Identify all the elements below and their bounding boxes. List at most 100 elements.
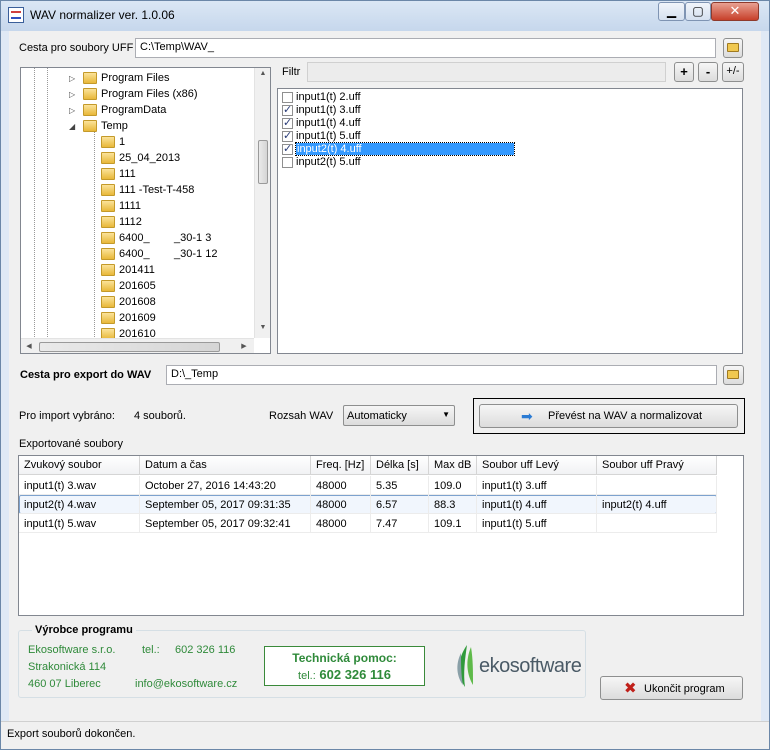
table-cell[interactable]: October 27, 2016 14:43:20 [140,476,311,495]
browse-source-button[interactable] [723,38,743,58]
collapsed-arrow-icon[interactable]: ▷ [69,106,75,115]
filter-input[interactable] [307,62,666,82]
tree-item[interactable]: 111 [21,167,251,183]
folder-icon [101,200,115,212]
table-cell[interactable]: 6.57 [371,495,429,514]
exit-button[interactable]: ✖ Ukončit program [600,676,743,700]
scroll-down-icon[interactable]: ▼ [255,324,270,331]
maximize-icon: ▢ [692,4,704,18]
column-header[interactable]: Soubor uff Levý [477,456,597,475]
source-path-input[interactable]: C:\Temp\WAV_ [135,38,716,58]
tree-item[interactable]: 1112 [21,215,251,231]
table-cell[interactable]: 88.3 [429,495,477,514]
collapsed-arrow-icon[interactable]: ▷ [69,90,75,99]
table-cell[interactable]: 109.0 [429,476,477,495]
tree-item[interactable]: 201608 [21,295,251,311]
table-cell[interactable]: input1(t) 3.wav [19,476,140,495]
table-cell[interactable]: 48000 [311,495,371,514]
arrow-right-icon: ➡ [521,408,533,424]
tree-item[interactable]: 201609 [21,311,251,327]
tree-item-label: 201411 [119,264,155,276]
tree-item[interactable]: 201411 [21,263,251,279]
tree-item[interactable]: 201605 [21,279,251,295]
tree-item[interactable]: 6400_ _30-1 12 [21,247,251,263]
title-bar[interactable]: WAV normalizer ver. 1.0.06 ▁ ▢ ✕ [1,1,769,31]
tree-horizontal-scrollbar[interactable]: ◀ ▶ [21,338,254,353]
source-path-label: Cesta pro soubory UFF [19,42,134,54]
table-cell[interactable]: 109.1 [429,514,477,533]
range-select[interactable]: Automaticky ▼ [343,405,455,426]
status-bar: Export souborů dokončen. [1,721,769,749]
tree-item[interactable]: ▷ Program Files (x86) [21,87,251,103]
scroll-right-icon[interactable]: ▶ [239,342,249,350]
file-checkbox[interactable] [282,92,293,103]
table-cell[interactable]: 48000 [311,514,371,533]
column-header[interactable]: Soubor uff Pravý [597,456,717,475]
convert-button-label: Převést na WAV a normalizovat [548,410,703,422]
table-cell[interactable] [597,514,717,533]
column-header[interactable]: Délka [s] [371,456,429,475]
folder-tree[interactable]: ▷ Program Files ▷ Program Files (x86) ▷ Progr… [20,67,271,354]
tree-item[interactable]: 111 -Test-T-458 [21,183,251,199]
scroll-thumb[interactable] [39,342,220,352]
file-checkbox[interactable] [282,116,293,129]
client-area: Cesta pro soubory UFF C:\Temp\WAV_ ▷ Prog… [9,31,761,741]
import-selected-label: Pro import vybráno: [19,410,115,422]
file-name: input1(t) 5.uff [296,130,361,142]
convert-button-frame: ➡ Převést na WAV a normalizovat [473,398,745,434]
export-path-input[interactable]: D:\_Temp [166,365,717,385]
vendor-email[interactable]: info@ekosoftware.cz [135,678,237,690]
chevron-down-icon: ▼ [442,410,450,419]
table-cell[interactable] [597,476,717,495]
table-cell[interactable]: input1(t) 4.uff [477,495,597,514]
scroll-left-icon[interactable]: ◀ [24,342,34,350]
file-checkbox[interactable] [282,157,293,168]
vendor-heading: Výrobce programu [32,624,136,636]
add-filter-button[interactable]: + [674,62,694,82]
column-header[interactable]: Max dB [429,456,477,475]
tree-item-label: Program Files [101,72,170,84]
tree-item[interactable]: 1 [21,135,251,151]
table-cell[interactable]: input1(t) 5.uff [477,514,597,533]
tree-item[interactable]: ▷ ProgramData [21,103,251,119]
tree-item[interactable]: 6400_ _30-1 3 [21,231,251,247]
column-header[interactable]: Freq. [Hz] [311,456,371,475]
tree-item[interactable]: 25_04_2013 [21,151,251,167]
remove-filter-button[interactable]: - [698,62,718,82]
table-cell[interactable]: 5.35 [371,476,429,495]
tree-item[interactable]: ◢ Temp [21,119,251,135]
table-cell[interactable]: input1(t) 3.uff [477,476,597,495]
uff-file-list[interactable]: input1(t) 2.uffinput1(t) 3.uffinput1(t) … [277,88,743,354]
ekosoftware-logo: ekosoftware [453,641,583,691]
table-cell[interactable]: September 05, 2017 09:31:35 [140,495,311,514]
column-header[interactable]: Zvukový soubor [19,456,140,475]
folder-icon [101,152,115,164]
tree-item[interactable]: ▷ Program Files [21,71,251,87]
table-cell[interactable]: input1(t) 5.wav [19,514,140,533]
folder-icon [101,168,115,180]
file-checkbox[interactable] [282,129,293,142]
collapsed-arrow-icon[interactable]: ▷ [69,74,75,83]
tree-vertical-scrollbar[interactable]: ▲ ▼ [254,68,270,338]
close-button[interactable]: ✕ [711,2,759,21]
toggle-filter-button[interactable]: +/- [722,62,744,82]
table-cell[interactable]: input2(t) 4.uff [597,495,717,514]
folder-open-icon [727,43,739,52]
column-header[interactable]: Datum a čas [140,456,311,475]
file-checkbox[interactable] [282,103,293,116]
table-cell[interactable]: 48000 [311,476,371,495]
scroll-up-icon[interactable]: ▲ [255,70,270,77]
table-cell[interactable]: input2(t) 4.wav [19,495,140,514]
app-window: WAV normalizer ver. 1.0.06 ▁ ▢ ✕ Cesta p… [0,0,770,750]
table-cell[interactable]: 7.47 [371,514,429,533]
convert-button[interactable]: ➡ Převést na WAV a normalizovat [479,404,738,428]
file-checkbox[interactable] [282,142,293,155]
expanded-arrow-icon[interactable]: ◢ [69,122,75,131]
tree-item[interactable]: 1111 [21,199,251,215]
minimize-button[interactable]: ▁ [658,2,685,21]
scroll-thumb[interactable] [258,140,268,184]
maximize-button[interactable]: ▢ [685,2,711,21]
exported-files-table[interactable]: Zvukový soubor Datum a čas Freq. [Hz] Délka… [18,455,744,616]
browse-export-button[interactable] [723,365,744,385]
table-cell[interactable]: September 05, 2017 09:32:41 [140,514,311,533]
